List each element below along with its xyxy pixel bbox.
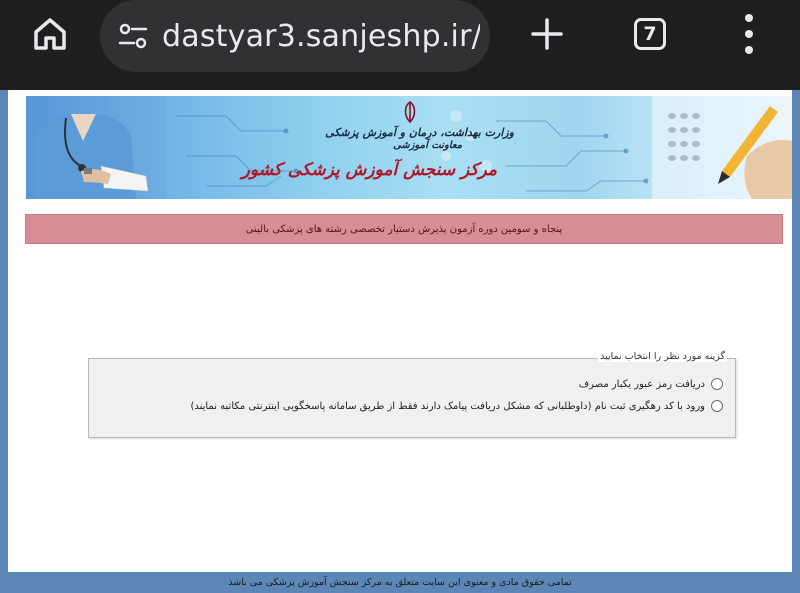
home-button[interactable] [26, 12, 74, 56]
doctor-illustration [26, 96, 166, 199]
tracking-code-radio[interactable] [711, 400, 723, 412]
login-options-group: گزینه مورد نظر را انتخاب نمایید دریافت ر… [88, 351, 736, 438]
address-bar[interactable]: dastyar3.sanjeshp.ir/ [100, 0, 490, 72]
site-settings-button[interactable] [116, 19, 150, 53]
ministry-title: وزارت بهداشت، درمان و آموزش پزشکی [325, 126, 514, 139]
tab-switcher-button[interactable]: 7 [630, 14, 670, 54]
more-vert-icon[interactable] [735, 10, 763, 58]
otp-label[interactable]: دریافت رمز عبور یکبار مصرف [579, 379, 705, 390]
options-legend: گزینه مورد نظر را انتخاب نمایید [598, 351, 727, 362]
copyright-text: تمامی حقوق مادی و معنوی این سایت متعلق ب… [228, 577, 572, 588]
home-icon [34, 18, 66, 50]
answer-sheet-pencil-illustration [652, 96, 792, 199]
tune-icon [118, 23, 148, 49]
otp-radio[interactable] [711, 378, 723, 390]
exam-title-banner: پنجاه و سومین دوره آزمون پذیرش دستیار تخ… [25, 214, 783, 244]
web-page: وزارت بهداشت، درمان و آموزش پزشکی معاونت… [8, 90, 792, 572]
tracking-code-label[interactable]: ورود با کد رهگیری ثبت نام (داوطلبانی که … [190, 401, 705, 412]
iran-emblem-icon [404, 101, 416, 124]
page-footer: تمامی حقوق مادی و معنوی این سایت متعلق ب… [0, 572, 800, 593]
center-title: مرکز سنجش آموزش پزشکی کشور [241, 160, 497, 180]
option-otp[interactable]: دریافت رمز عبور یکبار مصرف [579, 378, 723, 390]
deputy-title: معاونت آموزشی [393, 140, 462, 151]
new-tab-button[interactable] [525, 12, 569, 56]
tab-count: 7 [643, 23, 657, 45]
exam-title: پنجاه و سومین دوره آزمون پذیرش دستیار تخ… [245, 223, 563, 235]
tab-switcher-icon: 7 [634, 18, 666, 50]
plus-icon [531, 18, 563, 50]
option-tracking-code[interactable]: ورود با کد رهگیری ثبت نام (داوطلبانی که … [190, 400, 723, 412]
browser-toolbar: dastyar3.sanjeshp.ir/ 7 [0, 0, 800, 90]
url-text[interactable]: dastyar3.sanjeshp.ir/ [162, 19, 480, 54]
site-header-banner: وزارت بهداشت، درمان و آموزش پزشکی معاونت… [26, 96, 792, 199]
